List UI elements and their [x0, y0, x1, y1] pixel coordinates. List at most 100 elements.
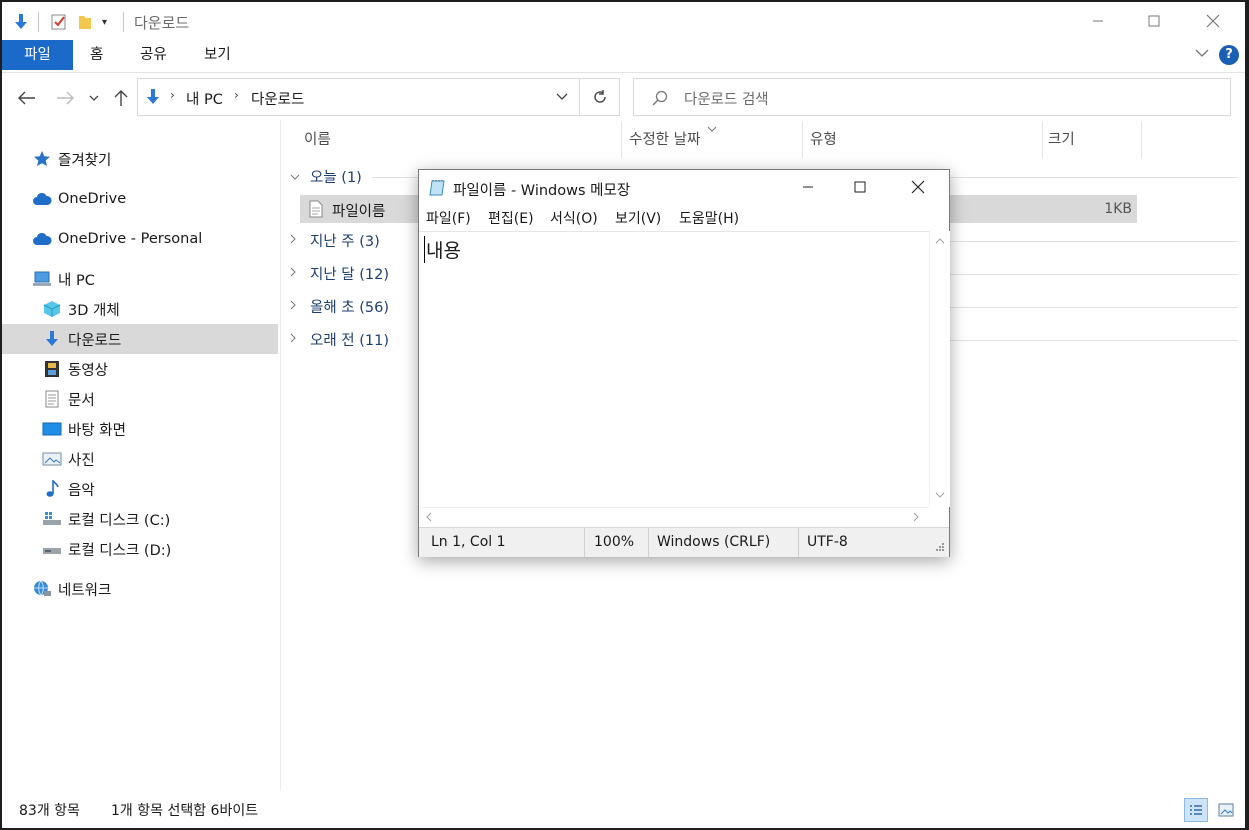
quick-access-dropdown-icon[interactable]: ▾	[102, 12, 107, 32]
scroll-down-icon[interactable]	[935, 492, 945, 499]
nav-item-this-pc[interactable]: 내 PC	[2, 264, 278, 294]
group-last-week[interactable]: 지난 주 (3)	[290, 227, 380, 253]
notepad-close-button[interactable]	[895, 170, 941, 204]
chevron-right-icon	[290, 266, 306, 280]
scroll-right-icon[interactable]	[913, 512, 920, 522]
breadcrumb-separator-icon: ›	[170, 88, 175, 102]
vertical-scrollbar[interactable]	[929, 231, 950, 507]
address-bar[interactable]: › 내 PC › 다운로드	[137, 78, 580, 116]
ribbon-expand-icon[interactable]	[1195, 46, 1209, 62]
group-long-ago[interactable]: 오래 전 (11)	[290, 326, 389, 352]
search-placeholder: 다운로드 검색	[684, 92, 769, 108]
notepad-content: 내용	[424, 236, 461, 263]
notepad-window: 파일이름 - Windows 메모장 파일(F) 편집(E) 서식(O) 보기(…	[418, 169, 950, 557]
large-icons-view-button[interactable]	[1214, 798, 1238, 822]
help-icon[interactable]: ?	[1219, 45, 1239, 65]
scroll-up-icon[interactable]	[935, 237, 945, 244]
horizontal-scrollbar[interactable]	[419, 507, 929, 526]
close-button[interactable]	[1185, 2, 1241, 40]
notepad-minimize-button[interactable]	[785, 170, 831, 204]
recent-locations-button[interactable]	[86, 87, 102, 109]
breadcrumb-this-pc[interactable]: 내 PC	[186, 88, 223, 109]
nav-item-onedrive[interactable]: OneDrive	[2, 184, 278, 214]
nav-item-label: 로컬 디스크 (C:)	[68, 512, 171, 529]
column-header-name[interactable]: 이름	[304, 124, 331, 156]
details-view-button[interactable]	[1184, 798, 1208, 822]
up-button[interactable]	[110, 87, 132, 109]
nav-item-label: 사진	[68, 452, 95, 469]
close-icon	[911, 180, 925, 194]
nav-item-network[interactable]: 네트워크	[2, 574, 278, 604]
search-box[interactable]: 다운로드 검색	[633, 78, 1231, 116]
menu-format[interactable]: 서식(O)	[550, 208, 598, 228]
refresh-button[interactable]	[580, 78, 620, 116]
text-file-icon	[309, 200, 323, 218]
forward-arrow-icon	[57, 91, 74, 105]
film-icon	[42, 359, 62, 379]
group-label: 오래 전 (11)	[310, 332, 390, 349]
group-last-month[interactable]: 지난 달 (12)	[290, 260, 389, 286]
nav-item-desktop[interactable]: 바탕 화면	[2, 414, 278, 444]
column-header-modified[interactable]: 수정한 날짜	[629, 124, 700, 156]
menu-edit[interactable]: 편집(E)	[488, 208, 534, 228]
minimize-button[interactable]	[1070, 2, 1126, 40]
notepad-text-area[interactable]: 내용	[419, 231, 929, 508]
nav-item-videos[interactable]: 동영상	[2, 354, 278, 384]
drive-c-icon	[42, 509, 62, 529]
breadcrumb-separator-icon: ›	[234, 88, 239, 102]
cube-icon	[42, 299, 62, 319]
maximize-icon	[1148, 15, 1160, 27]
breadcrumb-downloads[interactable]: 다운로드	[251, 88, 304, 109]
nav-item-label: 네트워크	[58, 582, 112, 599]
properties-icon[interactable]	[50, 12, 68, 32]
file-size: 1KB	[1104, 201, 1132, 217]
group-label: 오늘 (1)	[310, 169, 362, 186]
tab-file[interactable]: 파일	[2, 40, 73, 70]
download-arrow-icon	[12, 12, 30, 32]
new-folder-icon[interactable]	[77, 12, 93, 32]
tab-home[interactable]: 홈	[74, 40, 119, 70]
nav-item-music[interactable]: 음악	[2, 474, 278, 504]
notepad-maximize-button[interactable]	[837, 170, 883, 204]
scroll-left-icon[interactable]	[425, 512, 432, 522]
menu-file[interactable]: 파일(F)	[426, 208, 471, 228]
tab-share[interactable]: 공유	[124, 40, 183, 70]
nav-item-downloads[interactable]: 다운로드	[2, 324, 278, 354]
resize-grip-icon[interactable]	[933, 542, 945, 554]
nav-item-onedrive-personal[interactable]: OneDrive - Personal	[2, 224, 278, 254]
nav-item-label: OneDrive - Personal	[58, 231, 203, 247]
maximize-button[interactable]	[1126, 2, 1182, 40]
forward-button[interactable]	[54, 87, 76, 109]
star-icon	[32, 149, 52, 169]
menu-view[interactable]: 보기(V)	[615, 208, 661, 228]
group-today[interactable]: 오늘 (1)	[290, 163, 362, 189]
column-header-type[interactable]: 유형	[810, 124, 837, 156]
nav-item-pictures[interactable]: 사진	[2, 444, 278, 474]
up-arrow-icon	[114, 90, 128, 106]
navigation-bar: › 내 PC › 다운로드 다운로드 검색	[2, 74, 1245, 120]
ribbon: 파일 홈 공유 보기 ?	[2, 40, 1245, 73]
nav-item-disk-d[interactable]: 로컬 디스크 (D:)	[2, 534, 278, 564]
nav-item-3d-objects[interactable]: 3D 개체	[2, 294, 278, 324]
music-note-icon	[42, 479, 62, 499]
column-header-size[interactable]: 크기	[1048, 124, 1075, 156]
network-icon	[32, 579, 52, 599]
cloud-icon	[32, 229, 52, 249]
menu-help[interactable]: 도움말(H)	[679, 208, 739, 228]
tab-view[interactable]: 보기	[188, 40, 247, 70]
nav-item-label: 문서	[68, 392, 95, 409]
document-icon	[42, 389, 62, 409]
chevron-down-icon	[290, 169, 306, 183]
group-label: 올해 초 (56)	[310, 299, 390, 316]
nav-item-label: 음악	[68, 482, 95, 499]
nav-item-favorites[interactable]: 즐겨찾기	[2, 144, 278, 174]
address-dropdown-icon[interactable]	[556, 93, 568, 101]
group-early-this-year[interactable]: 올해 초 (56)	[290, 293, 389, 319]
minimize-icon	[803, 186, 813, 188]
explorer-titlebar: ▾ 다운로드	[2, 2, 1245, 40]
back-button[interactable]	[16, 87, 38, 109]
chevron-right-icon	[290, 299, 306, 313]
nav-item-documents[interactable]: 문서	[2, 384, 278, 414]
notepad-status-bar: Ln 1, Col 1 100% Windows (CRLF) UTF-8	[419, 527, 949, 557]
nav-item-disk-c[interactable]: 로컬 디스크 (C:)	[2, 504, 278, 534]
